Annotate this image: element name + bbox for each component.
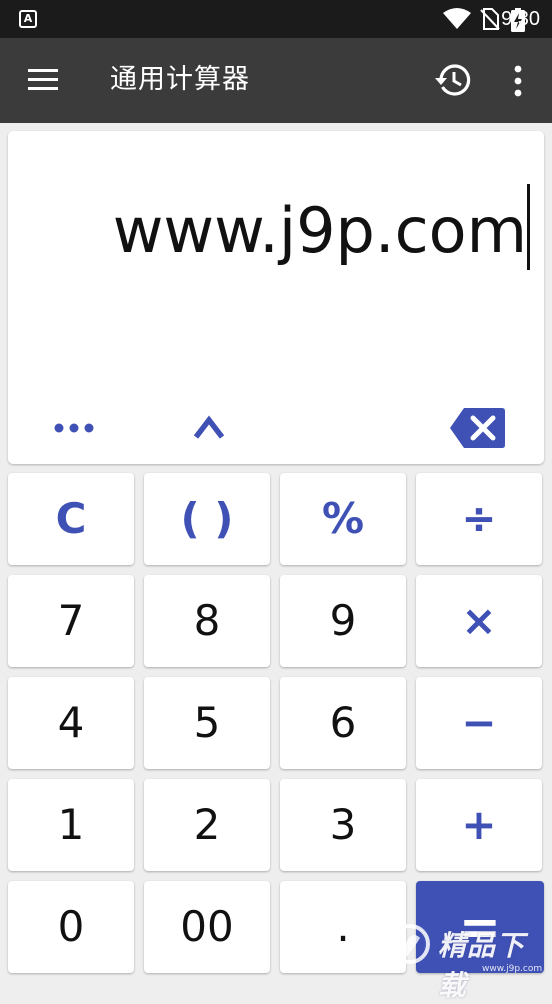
digit-8-button[interactable]: 8 bbox=[144, 575, 270, 667]
divide-button[interactable]: ÷ bbox=[416, 473, 542, 565]
inverse-caret-icon[interactable] bbox=[192, 415, 226, 441]
decimal-button[interactable]: . bbox=[280, 881, 406, 973]
plus-button[interactable]: + bbox=[416, 779, 542, 871]
parentheses-button[interactable]: ( ) bbox=[144, 473, 270, 565]
equals-button[interactable]: = bbox=[416, 881, 544, 973]
backspace-icon[interactable] bbox=[450, 407, 506, 449]
status-time: 9:30 bbox=[501, 8, 540, 30]
expression-field[interactable]: www.j9p.com bbox=[113, 191, 527, 271]
key-label: ( ) bbox=[180, 494, 234, 543]
clear-button[interactable]: C bbox=[8, 473, 134, 565]
key-label: 5 bbox=[193, 698, 221, 747]
key-label: . bbox=[336, 902, 350, 951]
wifi-icon bbox=[443, 8, 471, 29]
key-label: − bbox=[461, 698, 497, 747]
key-label: 3 bbox=[329, 800, 357, 849]
history-icon[interactable] bbox=[433, 60, 473, 100]
digit-7-button[interactable]: 7 bbox=[8, 575, 134, 667]
status-bar: A 9:30 bbox=[0, 0, 552, 38]
digit-3-button[interactable]: 3 bbox=[280, 779, 406, 871]
key-label: 8 bbox=[193, 596, 221, 645]
digit-2-button[interactable]: 2 bbox=[144, 779, 270, 871]
more-functions-icon[interactable] bbox=[52, 416, 98, 438]
key-label: 00 bbox=[180, 902, 234, 951]
digit-00-button[interactable]: 00 bbox=[144, 881, 270, 973]
app-title: 通用计算器 bbox=[110, 64, 250, 95]
digit-6-button[interactable]: 6 bbox=[280, 677, 406, 769]
percent-button[interactable]: % bbox=[280, 473, 406, 565]
key-label: ÷ bbox=[461, 494, 497, 543]
key-label: 7 bbox=[57, 596, 85, 645]
key-label: 9 bbox=[329, 596, 357, 645]
multiply-button[interactable]: × bbox=[416, 575, 542, 667]
key-label: C bbox=[55, 494, 87, 543]
key-label: 4 bbox=[57, 698, 85, 747]
digit-4-button[interactable]: 4 bbox=[8, 677, 134, 769]
key-label: = bbox=[459, 898, 501, 956]
more-vert-icon[interactable] bbox=[508, 62, 528, 100]
calculator-display: www.j9p.com bbox=[8, 131, 544, 464]
key-label: × bbox=[461, 596, 497, 645]
text-cursor bbox=[527, 184, 530, 270]
digit-9-button[interactable]: 9 bbox=[280, 575, 406, 667]
key-label: % bbox=[321, 494, 365, 543]
minus-button[interactable]: − bbox=[416, 677, 542, 769]
key-label: 1 bbox=[57, 800, 85, 849]
digit-0-button[interactable]: 0 bbox=[8, 881, 134, 973]
key-label: 0 bbox=[57, 902, 85, 951]
digit-1-button[interactable]: 1 bbox=[8, 779, 134, 871]
no-sim-icon bbox=[480, 8, 500, 30]
digit-5-button[interactable]: 5 bbox=[144, 677, 270, 769]
key-label: + bbox=[461, 800, 497, 849]
app-bar: 通用计算器 bbox=[0, 38, 552, 123]
hamburger-menu-icon[interactable] bbox=[26, 66, 60, 94]
key-label: 6 bbox=[329, 698, 357, 747]
notification-a-icon: A bbox=[19, 10, 37, 28]
key-label: 2 bbox=[193, 800, 221, 849]
